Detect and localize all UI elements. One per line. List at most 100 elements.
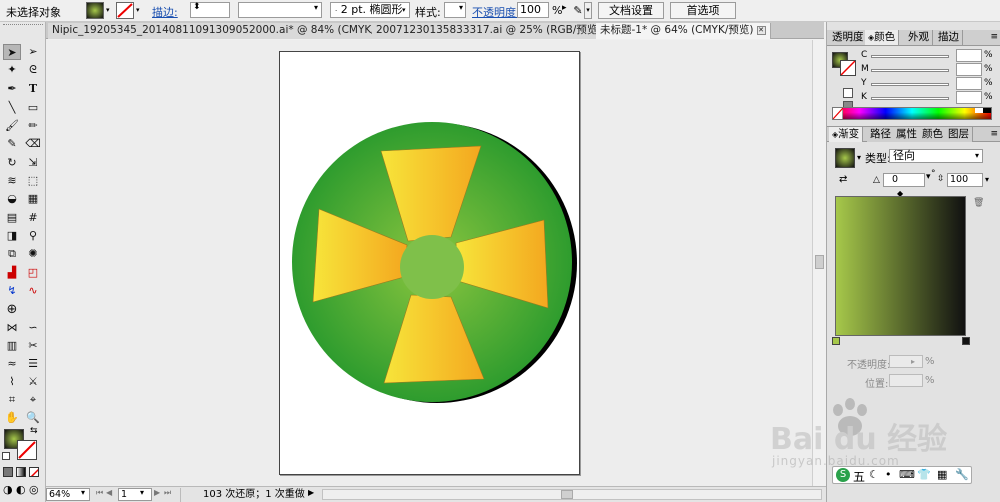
wave-tool-icon[interactable]: ≈	[3, 356, 21, 372]
toolbar-grip[interactable]	[3, 24, 43, 28]
measure-tool-icon[interactable]: ⌇	[3, 374, 21, 390]
tab-color-2[interactable]: 颜色	[919, 127, 947, 142]
aspect-dropdown-icon[interactable]: ▾	[985, 175, 989, 184]
pencil-tool-icon[interactable]: ✏	[24, 118, 42, 134]
close-icon[interactable]: ✕	[756, 25, 766, 35]
channel-value[interactable]	[956, 49, 982, 62]
gradient-stop-end[interactable]	[962, 337, 970, 345]
rectangle-tool-icon[interactable]: ▭	[24, 100, 42, 116]
draw-inside-icon[interactable]: ◎	[29, 483, 39, 496]
blob-brush-tool-icon[interactable]: ✎	[3, 136, 21, 152]
blend-tool-icon[interactable]: ⧉	[3, 246, 21, 262]
slice-tool-icon[interactable]: ↯	[3, 283, 21, 299]
color-spectrum[interactable]	[832, 107, 992, 120]
stop-position-field[interactable]	[889, 374, 923, 387]
prev-artboard-icon[interactable]: ◀	[106, 488, 112, 497]
color-mode-icon[interactable]	[3, 467, 13, 477]
eraser-tool-icon[interactable]: ⌫	[24, 136, 42, 152]
channel-slider[interactable]	[871, 55, 949, 58]
column-graph-tool-icon[interactable]: ▟	[3, 265, 21, 281]
artboard-dropdown-icon[interactable]: ▾	[140, 488, 144, 497]
shape-builder-tool-icon[interactable]: ◒	[3, 191, 21, 207]
graph-tool-icon[interactable]: ▥	[3, 338, 21, 354]
tab-attributes[interactable]: 属性	[893, 127, 921, 142]
paintbrush-tool-icon[interactable]: 🖌	[3, 118, 21, 134]
angle-field[interactable]: 0	[883, 173, 925, 187]
channel-value[interactable]	[956, 91, 982, 104]
brush-dropdown-icon[interactable]: ▾	[402, 6, 406, 14]
knife-tool-icon[interactable]: ⚔	[24, 374, 42, 390]
draw-normal-icon[interactable]: ◑	[3, 483, 13, 496]
symbol-sprayer-tool-icon[interactable]: ✺	[24, 246, 42, 262]
ime-wrench-icon[interactable]: 🔧	[955, 468, 969, 481]
scissors-tool-icon[interactable]: ✂	[24, 338, 42, 354]
magic-wand-tool-icon[interactable]: ✦	[3, 62, 21, 78]
color-stroke-swatch[interactable]	[840, 60, 856, 76]
tab-layers[interactable]: 图层	[945, 127, 973, 142]
ime-shirt-icon[interactable]: 👕	[917, 468, 931, 481]
swap-colors-icon[interactable]: ⇆	[30, 426, 38, 436]
tab-untitled-1[interactable]: 未标题-1* @ 64% (CMYK/预览) ✕	[596, 23, 771, 39]
fill-swatch[interactable]	[86, 2, 104, 19]
tab-nipic[interactable]: Nipic_19205345_20140811091309052000.ai* …	[48, 23, 417, 39]
zoom-dropdown-icon[interactable]: ▾	[81, 488, 85, 497]
black-swatch[interactable]	[983, 108, 991, 113]
hand-tool-icon[interactable]: ✋	[3, 410, 21, 426]
preferences-button[interactable]: 首选项	[670, 2, 736, 19]
opacity-field[interactable]: 100	[517, 2, 549, 18]
stroke-weight-field[interactable]: ⬍	[190, 2, 230, 18]
ime-toolbar[interactable]: S 五 ☾ • ⌨ 👕 ▦ 🔧	[832, 466, 972, 484]
free-transform-tool-icon[interactable]: ⬚	[24, 173, 42, 189]
ime-dot-icon[interactable]: •	[885, 468, 892, 481]
eyedropper-tool-icon[interactable]: ⚲	[24, 228, 42, 244]
scroll-thumb[interactable]	[815, 255, 824, 269]
horizontal-scrollbar[interactable]	[322, 489, 822, 500]
none-mode-icon[interactable]	[29, 467, 39, 477]
panel-menu-icon[interactable]: ≡	[990, 129, 998, 139]
reverse-gradient-icon[interactable]: ⇄	[839, 174, 847, 185]
stroke-dropdown-icon[interactable]: ▾	[136, 6, 140, 14]
gradient-preview[interactable]	[835, 148, 855, 168]
align-tool-icon[interactable]: ☰	[24, 356, 42, 372]
none-swatch[interactable]	[832, 107, 844, 120]
fill-dropdown-icon[interactable]: ▾	[106, 6, 112, 14]
draw-behind-icon[interactable]: ◐	[16, 483, 26, 496]
status-menu-icon[interactable]: ▶	[308, 488, 314, 497]
channel-value[interactable]	[956, 63, 982, 76]
perspective-grid-tool-icon[interactable]: ▤	[3, 210, 21, 226]
tab-transparency[interactable]: 透明度	[829, 30, 868, 45]
scroll-thumb[interactable]	[561, 490, 573, 499]
mesh-tool-icon[interactable]: #	[24, 210, 42, 226]
gradient-mode-icon[interactable]	[16, 467, 26, 477]
tab-color[interactable]: ◈颜色	[865, 30, 900, 45]
ime-keyboard-icon[interactable]: ⌨	[899, 468, 915, 481]
variable-width-profile[interactable]: ▾	[238, 2, 322, 18]
ime-logo-icon[interactable]: S	[836, 468, 850, 482]
center-hub[interactable]	[400, 235, 464, 299]
live-paint-tool-icon[interactable]: ▦	[24, 191, 42, 207]
warp-tool-icon[interactable]: ≋	[3, 173, 21, 189]
target-icon[interactable]: ⊕	[3, 302, 21, 318]
stroke-color-box[interactable]	[17, 440, 37, 460]
selection-tool-icon[interactable]: ➤	[3, 44, 21, 60]
next-artboard-icon[interactable]: ▶	[154, 488, 160, 497]
radiation-artwork[interactable]	[286, 117, 580, 411]
envelope-tool-icon[interactable]: ⋈	[3, 320, 21, 336]
first-artboard-icon[interactable]: ⏮	[96, 488, 103, 498]
pen-tool-icon[interactable]: ✒	[3, 81, 21, 97]
channel-value[interactable]	[956, 77, 982, 90]
lasso-tool-icon[interactable]: ᘓ	[24, 62, 42, 78]
gradient-slider[interactable]	[835, 196, 966, 336]
ime-mode-label[interactable]: 五	[853, 468, 865, 485]
type-tool-icon[interactable]: T	[24, 81, 42, 97]
recolor-dropdown-icon[interactable]: ▾	[584, 2, 592, 19]
opacity-label[interactable]: 不透明度:	[472, 4, 520, 20]
tab-appearance[interactable]: 外观	[905, 30, 933, 45]
gradient-tool-icon[interactable]: ◨	[3, 228, 21, 244]
gradient-stop-start[interactable]	[832, 337, 840, 345]
rotate-tool-icon[interactable]: ↻	[3, 155, 21, 171]
ime-grid-icon[interactable]: ▦	[937, 468, 947, 481]
crop-tool-icon[interactable]: ⌗	[3, 392, 21, 408]
style-swatch[interactable]: ▾	[444, 2, 466, 18]
opacity-dropdown-icon[interactable]: ▸	[562, 3, 567, 13]
